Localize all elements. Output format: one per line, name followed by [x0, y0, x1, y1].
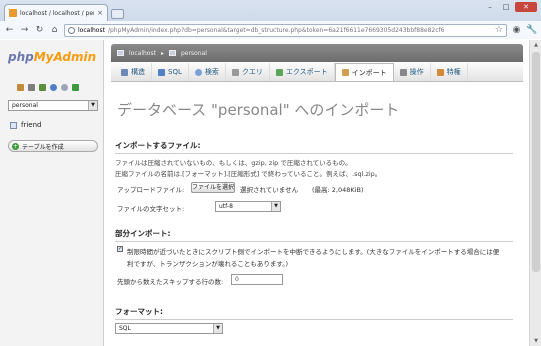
tab-bar: 構造 SQL 検索 クエリ エクスポート インポート 操作 特権 — [111, 62, 523, 82]
chevron-down-icon: ▼ — [213, 324, 222, 333]
upload-label: アップロードファイル: — [117, 186, 185, 194]
database-icon — [168, 50, 176, 56]
url-path: /phpMyAdmin/index.php?db=personal&target… — [107, 26, 445, 34]
charset-label: ファイルの文字セット: — [117, 205, 185, 213]
tab-search[interactable]: 検索 — [189, 63, 226, 81]
maximize-button[interactable]: □ — [499, 2, 513, 12]
url-host: localhost — [78, 26, 105, 34]
reload-icon[interactable]: ↻ — [34, 25, 45, 36]
allow-interrupt-checkbox[interactable]: ✓ — [117, 246, 123, 252]
tab-import[interactable]: インポート — [334, 63, 394, 81]
tab-close-icon[interactable]: × — [97, 9, 103, 17]
wrench-icon[interactable]: 🔧 — [526, 25, 537, 36]
back-arrow-icon[interactable]: ← — [4, 25, 15, 36]
navigation-panel: phpMyAdmin personal ▼ friend + テーブルを作成 — [0, 40, 104, 346]
tab-operations[interactable]: 操作 — [394, 63, 431, 81]
bookmark-star-icon[interactable]: ☆ — [495, 25, 503, 35]
table-icon — [10, 121, 17, 129]
scroll-thumb[interactable] — [532, 52, 540, 272]
home-icon[interactable]: ⌂ — [49, 25, 60, 36]
nav-icon-row — [17, 84, 79, 91]
partial-description-1: 制限時間が近づいたときにスクリプト側でインポートを中断できるようにします。(大き… — [127, 248, 500, 256]
main-content: localhost ▸ personal 構造 SQL 検索 クエリ エクスポー… — [105, 40, 529, 346]
create-table-button[interactable]: + テーブルを作成 — [8, 140, 98, 152]
privileges-icon — [436, 68, 444, 76]
new-tab-button[interactable] — [111, 9, 124, 19]
logout-icon[interactable] — [39, 84, 46, 91]
database-select[interactable]: personal ▼ — [8, 100, 98, 111]
breadcrumb-server[interactable]: localhost — [129, 50, 156, 57]
file-section-heading: インポートするファイル: — [115, 140, 513, 154]
minimize-button[interactable]: – — [483, 2, 497, 12]
chevron-down-icon: ▼ — [271, 202, 280, 211]
chevron-down-icon: ▼ — [88, 101, 97, 110]
charset-select[interactable]: utf-8 ▼ — [215, 201, 281, 212]
partial-section-heading: 部分インポート: — [115, 228, 513, 242]
structure-icon — [121, 68, 128, 76]
docs-icon[interactable] — [50, 84, 57, 91]
choose-file-button[interactable]: ファイルを選択 — [191, 182, 235, 193]
skip-rows-label: 先頭から数えたスキップする行の数: — [117, 278, 224, 286]
file-description-1: ファイルは圧縮されていないもの、もしくは、gzip, zip で圧縮されているも… — [115, 159, 352, 167]
close-window-button[interactable]: ✕ — [515, 2, 537, 12]
query-icon — [231, 68, 239, 76]
tab-title: localhost / localhost / perso — [20, 9, 95, 17]
window-controls: – □ ✕ — [483, 2, 537, 12]
import-icon — [341, 69, 349, 76]
browser-tab[interactable]: localhost / localhost / perso × — [4, 4, 108, 21]
phpmyadmin-logo[interactable]: phpMyAdmin — [8, 50, 96, 64]
table-name: friend — [21, 121, 42, 129]
tab-export[interactable]: エクスポート — [270, 63, 335, 81]
format-section-heading: フォーマット: — [115, 306, 513, 320]
forward-arrow-icon[interactable]: → — [19, 25, 30, 36]
export-icon — [275, 68, 283, 76]
browser-toolbar: ← → ↻ ⌂ localhost /phpMyAdmin/index.php?… — [0, 21, 541, 39]
search-icon — [194, 68, 202, 76]
plus-icon: + — [12, 142, 19, 150]
scroll-up-icon[interactable]: ▲ — [530, 40, 541, 50]
wrench-icon — [399, 68, 407, 76]
breadcrumb-separator: ▸ — [160, 49, 164, 57]
file-description-2: 圧縮ファイルの名前は.[フォーマット].[圧縮形式] で終わっていること。例えば… — [115, 170, 382, 178]
sql-icon — [158, 68, 165, 76]
tab-privileges[interactable]: 特権 — [431, 63, 468, 81]
page-title: データベース "personal" へのインポート — [117, 101, 400, 119]
breadcrumb: localhost ▸ personal — [111, 44, 523, 62]
vertical-scrollbar[interactable]: ▲ ▼ — [529, 40, 541, 346]
skip-rows-input[interactable]: 0 — [231, 274, 283, 285]
page-menu-icon[interactable]: ◉ — [511, 25, 522, 36]
table-list-item[interactable]: friend — [10, 121, 41, 129]
tab-sql[interactable]: SQL — [152, 63, 189, 81]
max-size-text: (最高: 2,048KiB) — [312, 186, 364, 194]
query-window-icon[interactable] — [28, 84, 35, 91]
address-bar[interactable]: localhost /phpMyAdmin/index.php?db=perso… — [64, 23, 507, 37]
tab-structure[interactable]: 構造 — [115, 63, 152, 81]
scroll-down-icon[interactable]: ▼ — [530, 336, 541, 346]
partial-description-2: 利ですが、トランザクションが壊れることもあります。) — [127, 260, 289, 268]
home-icon[interactable] — [17, 84, 24, 91]
server-icon — [117, 50, 124, 56]
tab-query[interactable]: クエリ — [226, 63, 270, 81]
help-icon[interactable] — [61, 84, 68, 91]
globe-icon — [68, 26, 75, 34]
no-file-text: 選択されていません — [240, 186, 299, 194]
format-select[interactable]: SQL ▼ — [115, 323, 223, 334]
breadcrumb-db[interactable]: personal — [181, 50, 207, 57]
reload-nav-icon[interactable] — [72, 84, 79, 91]
favicon-icon — [9, 9, 17, 17]
browser-chrome: localhost / localhost / perso × – □ ✕ ← … — [0, 0, 541, 39]
